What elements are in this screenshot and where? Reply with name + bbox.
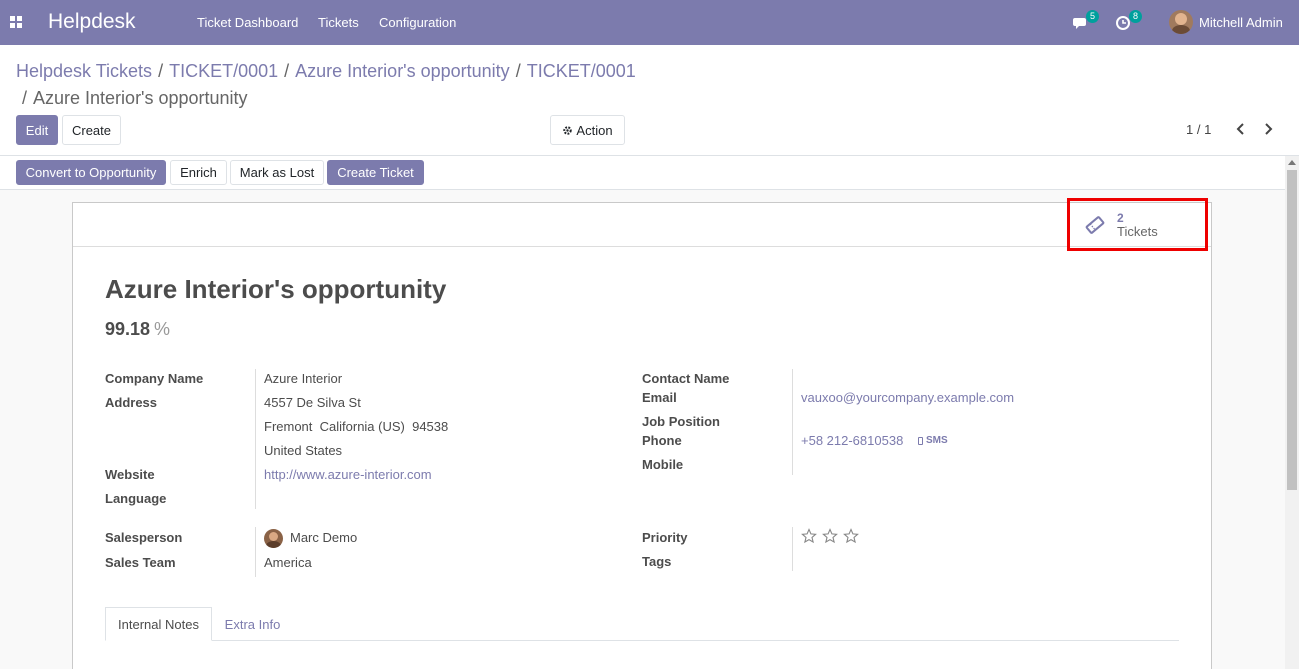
messages-button[interactable]: 5 bbox=[1073, 10, 1101, 32]
salesperson-value[interactable]: Marc Demo bbox=[290, 530, 357, 545]
sales-team-value[interactable]: America bbox=[264, 555, 312, 570]
breadcrumb-ticket-2[interactable]: TICKET/0001 bbox=[527, 61, 636, 81]
tab-internal-notes[interactable]: Internal Notes bbox=[105, 607, 212, 641]
left-group-divider bbox=[255, 369, 256, 509]
priority-group-divider bbox=[792, 527, 793, 571]
breadcrumb-helpdesk-tickets[interactable]: Helpdesk Tickets bbox=[16, 61, 152, 81]
company-name-value[interactable]: Azure Interior bbox=[264, 371, 342, 386]
address-street[interactable]: 4557 De Silva St bbox=[264, 395, 361, 410]
language-label: Language bbox=[105, 491, 167, 506]
action-button[interactable]: Action bbox=[550, 115, 625, 145]
website-label: Website bbox=[105, 467, 155, 482]
address-country[interactable]: United States bbox=[264, 443, 342, 458]
address-label: Address bbox=[105, 395, 158, 410]
phone-label: Phone bbox=[642, 433, 682, 448]
breadcrumb: Helpdesk Tickets / TICKET/0001/Azure Inter… bbox=[16, 61, 636, 108]
tickets-label: Tickets bbox=[1117, 224, 1158, 239]
top-navbar: Helpdesk Ticket Dashboard Tickets Config… bbox=[0, 0, 1299, 45]
breadcrumb-current: Azure Interior's opportunity bbox=[33, 88, 248, 108]
breadcrumb-opportunity[interactable]: Azure Interior's opportunity bbox=[295, 61, 510, 81]
mobile-label: Mobile bbox=[642, 457, 684, 472]
pager-previous-button[interactable] bbox=[1235, 121, 1247, 137]
right-group-divider bbox=[792, 369, 793, 475]
form-statusbar: Convert to Opportunity Enrich Mark as Lo… bbox=[0, 156, 1285, 190]
contact-name-label: Contact Name bbox=[642, 371, 730, 386]
sales-team-label: Sales Team bbox=[105, 555, 176, 570]
user-menu[interactable]: Mitchell Admin bbox=[1169, 10, 1283, 34]
menu-tickets[interactable]: Tickets bbox=[318, 15, 359, 30]
sms-label: SMS bbox=[926, 435, 948, 446]
salesperson-label: Salesperson bbox=[105, 530, 183, 545]
priority-label: Priority bbox=[642, 530, 688, 545]
email-label: Email bbox=[642, 390, 677, 405]
create-button[interactable]: Create bbox=[62, 115, 121, 145]
probability-unit: % bbox=[154, 319, 171, 339]
activities-button[interactable]: 8 bbox=[1116, 10, 1144, 32]
apps-menu-icon[interactable] bbox=[10, 16, 22, 28]
phone-link[interactable]: +58 212-6810538 bbox=[801, 433, 903, 448]
convert-to-opportunity-button[interactable]: Convert to Opportunity bbox=[16, 160, 166, 185]
create-ticket-button[interactable]: Create Ticket bbox=[327, 160, 424, 185]
chevron-right-icon bbox=[1265, 123, 1273, 135]
tickets-smart-button[interactable]: 2 Tickets bbox=[1069, 203, 1208, 247]
breadcrumb-ticket-1[interactable]: TICKET/0001 bbox=[169, 61, 278, 81]
form-sheet: 2 Tickets Azure Interior's opportunity 9… bbox=[72, 202, 1212, 669]
pager-value[interactable]: 1 / 1 bbox=[1186, 122, 1211, 137]
notebook-tabs: Internal Notes Extra Info bbox=[105, 607, 1179, 641]
scrollbar-thumb[interactable] bbox=[1287, 170, 1297, 490]
scroll-up-arrow[interactable] bbox=[1288, 160, 1296, 165]
vertical-scrollbar[interactable] bbox=[1285, 156, 1299, 669]
ticket-icon bbox=[1085, 216, 1105, 234]
tab-extra-info[interactable]: Extra Info bbox=[213, 607, 292, 641]
action-label: Action bbox=[576, 122, 613, 138]
edit-button[interactable]: Edit bbox=[16, 115, 58, 145]
gear-icon bbox=[563, 125, 573, 135]
mark-as-lost-button[interactable]: Mark as Lost bbox=[230, 160, 324, 185]
website-link[interactable]: http://www.azure-interior.com bbox=[264, 467, 432, 482]
mobile-phone-icon bbox=[918, 436, 923, 445]
probability-value: 99.18 bbox=[105, 319, 151, 339]
smart-button-box: 2 Tickets bbox=[73, 203, 1211, 247]
tags-label: Tags bbox=[642, 554, 672, 569]
sms-button[interactable]: SMS bbox=[918, 435, 948, 446]
menu-ticket-dashboard[interactable]: Ticket Dashboard bbox=[197, 15, 298, 30]
enrich-button[interactable]: Enrich bbox=[170, 160, 227, 185]
salesperson-avatar bbox=[264, 529, 283, 548]
user-avatar bbox=[1169, 10, 1193, 34]
app-brand[interactable]: Helpdesk bbox=[48, 10, 136, 34]
pager-next-button[interactable] bbox=[1262, 121, 1274, 137]
user-name: Mitchell Admin bbox=[1199, 14, 1283, 30]
menu-configuration[interactable]: Configuration bbox=[379, 15, 456, 30]
chevron-left-icon bbox=[1236, 123, 1244, 135]
probability-field[interactable]: 99.18% bbox=[105, 319, 170, 340]
email-link[interactable]: vauxoo@yourcompany.example.com bbox=[801, 390, 1014, 405]
priority-star-1-icon[interactable] bbox=[801, 528, 817, 544]
record-title[interactable]: Azure Interior's opportunity bbox=[105, 274, 446, 305]
tickets-count: 2 bbox=[1117, 211, 1124, 225]
address-city-line[interactable]: Fremont California (US) 94538 bbox=[264, 419, 448, 434]
activities-badge: 8 bbox=[1129, 10, 1143, 23]
sales-group-divider bbox=[255, 527, 256, 577]
messages-badge: 5 bbox=[1086, 10, 1100, 23]
priority-star-3-icon[interactable] bbox=[843, 528, 859, 544]
job-position-label: Job Position bbox=[642, 414, 720, 429]
company-name-label: Company Name bbox=[105, 371, 204, 386]
priority-star-2-icon[interactable] bbox=[822, 528, 838, 544]
